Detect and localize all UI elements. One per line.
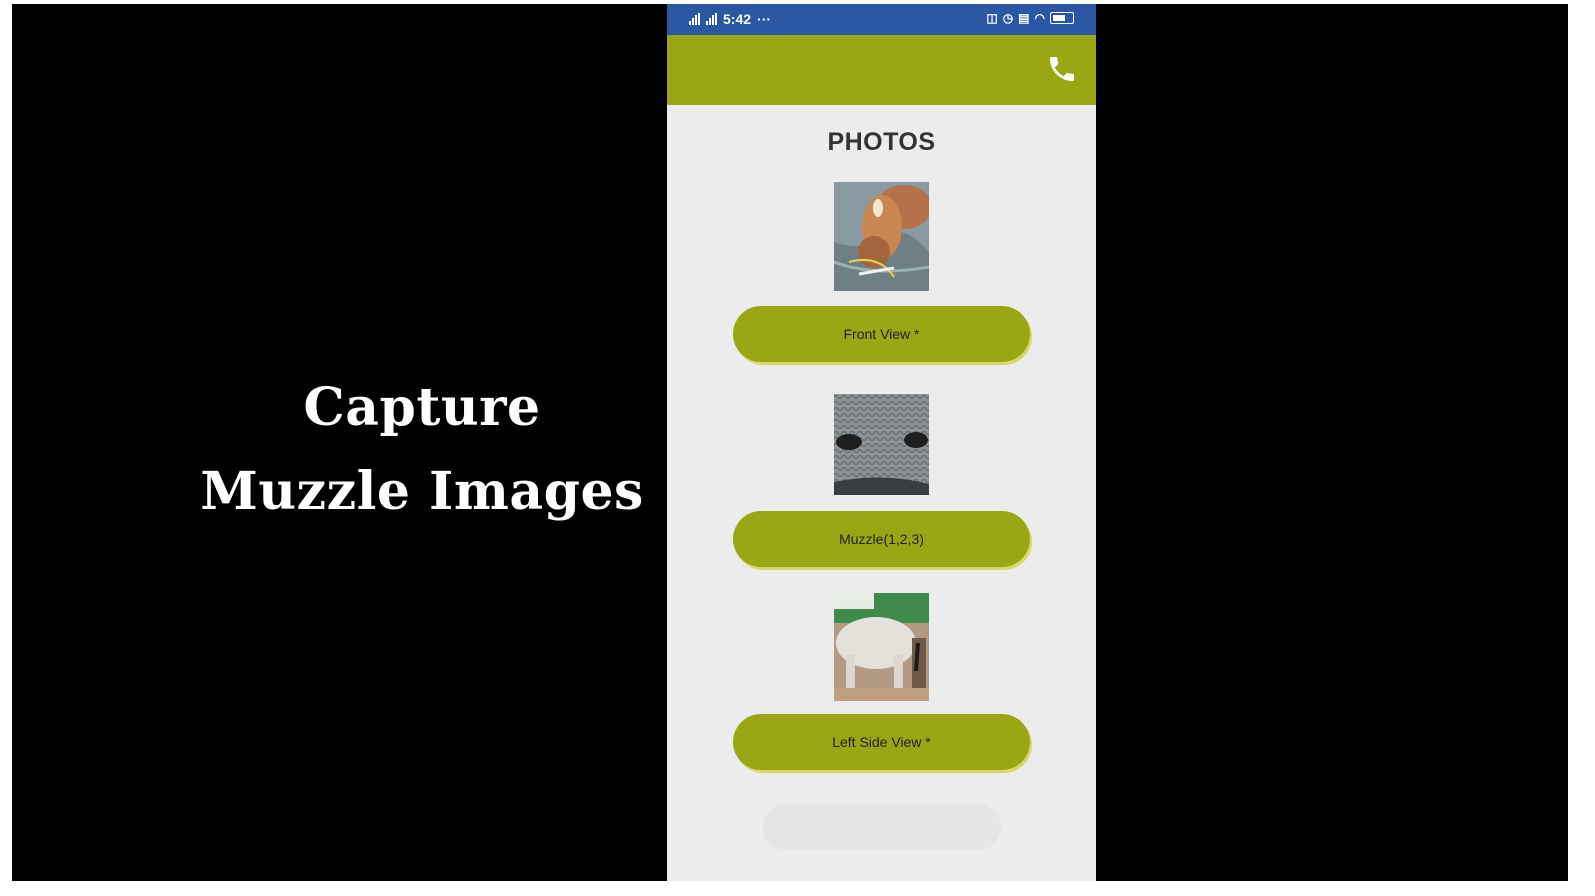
status-bar: 5:42 ··· ◫ ◷ ▤ ◠ [667, 4, 1096, 35]
caption-line-1: Capture [303, 377, 541, 438]
page-title: PHOTOS [827, 128, 936, 156]
front-view-button[interactable]: Front View * [733, 306, 1030, 362]
phone-icon [1050, 57, 1074, 81]
signal-icon [689, 13, 700, 25]
muzzle-photo[interactable] [834, 394, 929, 495]
status-time: 5:42 [723, 11, 752, 27]
front-view-photo[interactable] [834, 182, 929, 291]
wifi-icon: ◠ [1034, 11, 1045, 25]
caption-overlay: Capture Muzzle Images [192, 366, 652, 534]
caption-line-2: Muzzle Images [200, 461, 644, 522]
phone-screen: 5:42 ··· ◫ ◷ ▤ ◠ PHOTOS Front View * Muz… [667, 4, 1096, 881]
status-more: ··· [757, 11, 772, 27]
nfc-icon: ◫ [986, 11, 998, 25]
left-side-view-button[interactable]: Left Side View * [733, 714, 1030, 770]
signal-icon-2 [706, 13, 717, 25]
alarm-icon: ◷ [1002, 11, 1014, 25]
call-button[interactable] [1046, 53, 1078, 85]
video-frame: Capture Muzzle Images 5:42 ··· ◫ ◷ ▤ ◠ P… [12, 4, 1568, 881]
battery-icon [1050, 12, 1074, 24]
left-side-view-photo[interactable] [834, 593, 929, 701]
faded-button-background [763, 804, 1001, 850]
app-bar [667, 35, 1096, 105]
muzzle-button[interactable]: Muzzle(1,2,3) [733, 511, 1030, 567]
network-type-icon: ▤ [1018, 11, 1030, 25]
